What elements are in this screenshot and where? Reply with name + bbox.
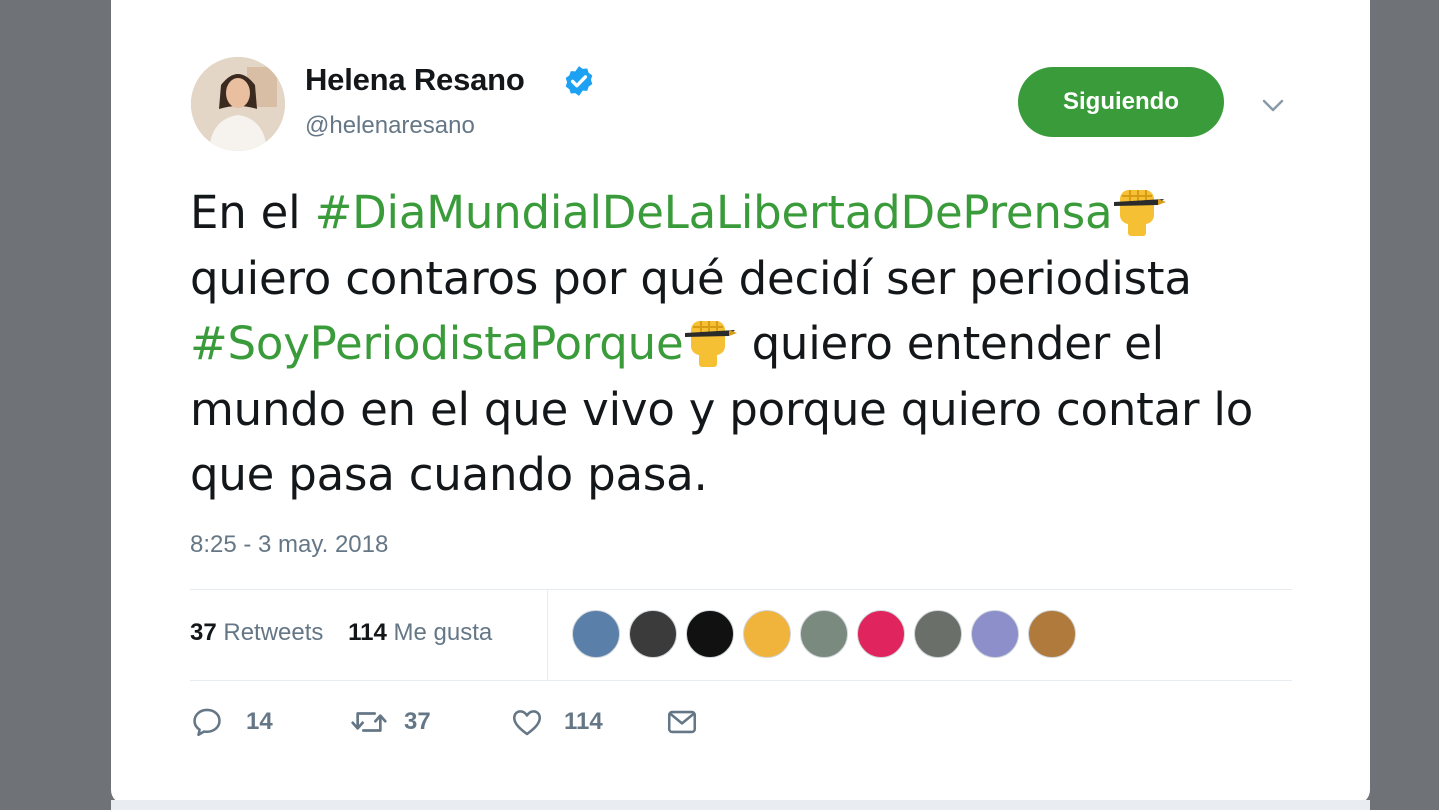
reply-icon: [193, 708, 221, 737]
retweet-count: 37: [404, 708, 431, 735]
direct-message-button[interactable]: [665, 705, 699, 739]
reply-button[interactable]: 14: [190, 705, 273, 739]
liker-avatar-1[interactable]: [572, 610, 620, 658]
like-count: 114: [564, 708, 603, 735]
tweet-text-segment: En el: [190, 186, 315, 239]
likes-label: Me gusta: [393, 619, 493, 646]
hashtag-link[interactable]: #DiaMundialDeLaLibertadDePrensa: [315, 186, 1113, 239]
liker-avatar-8[interactable]: [971, 610, 1019, 658]
retweets-label: Retweets: [223, 619, 324, 646]
heart-icon: [512, 710, 542, 736]
following-button[interactable]: Siguiendo: [1018, 67, 1224, 137]
liker-avatar-3[interactable]: [686, 610, 734, 658]
liker-avatar-5[interactable]: [800, 610, 848, 658]
divider: [190, 589, 1292, 590]
reply-count: 14: [246, 708, 273, 735]
tweet-card: Helena Resano @helenaresano Siguiendo En…: [111, 0, 1370, 804]
engagement-stats: 37 Retweets 114 Me gusta: [190, 619, 510, 647]
liker-avatar-7[interactable]: [914, 610, 962, 658]
author-avatar[interactable]: [191, 57, 285, 151]
chevron-down-icon[interactable]: [1261, 93, 1285, 117]
likes-stat[interactable]: 114 Me gusta: [348, 619, 492, 646]
author-name[interactable]: Helena Resano: [305, 62, 525, 98]
verified-badge-icon: [565, 66, 593, 96]
retweets-count: 37: [190, 619, 217, 646]
envelope-icon: [667, 710, 697, 734]
liker-avatar-9[interactable]: [1028, 610, 1076, 658]
retweets-stat[interactable]: 37 Retweets: [190, 619, 323, 646]
tweet-text: En el #DiaMundialDeLaLibertadDePrensa qu…: [190, 180, 1310, 508]
raised-fist-pen-emoji-icon: [685, 321, 738, 367]
liker-avatar-2[interactable]: [629, 610, 677, 658]
likers-avatar-row: [572, 610, 1085, 658]
tweet-timestamp[interactable]: 8:25 - 3 may. 2018: [190, 531, 388, 559]
author-photo: [191, 57, 285, 151]
raised-fist-pen-emoji-icon: [1114, 190, 1167, 236]
liker-avatar-6[interactable]: [857, 610, 905, 658]
like-button[interactable]: 114: [510, 705, 603, 739]
timeline-background-strip: [111, 800, 1370, 810]
divider: [190, 680, 1292, 681]
retweet-button[interactable]: 37: [350, 705, 431, 739]
hashtag-link[interactable]: #SoyPeriodistaPorque: [190, 317, 684, 370]
stats-divider: [547, 590, 548, 681]
retweet-icon: [351, 712, 387, 732]
liker-avatar-4[interactable]: [743, 610, 791, 658]
author-handle[interactable]: @helenaresano: [305, 112, 475, 140]
tweet-text-segment: quiero contaros por qué decidí ser perio…: [190, 251, 1192, 305]
likes-count: 114: [348, 619, 387, 646]
